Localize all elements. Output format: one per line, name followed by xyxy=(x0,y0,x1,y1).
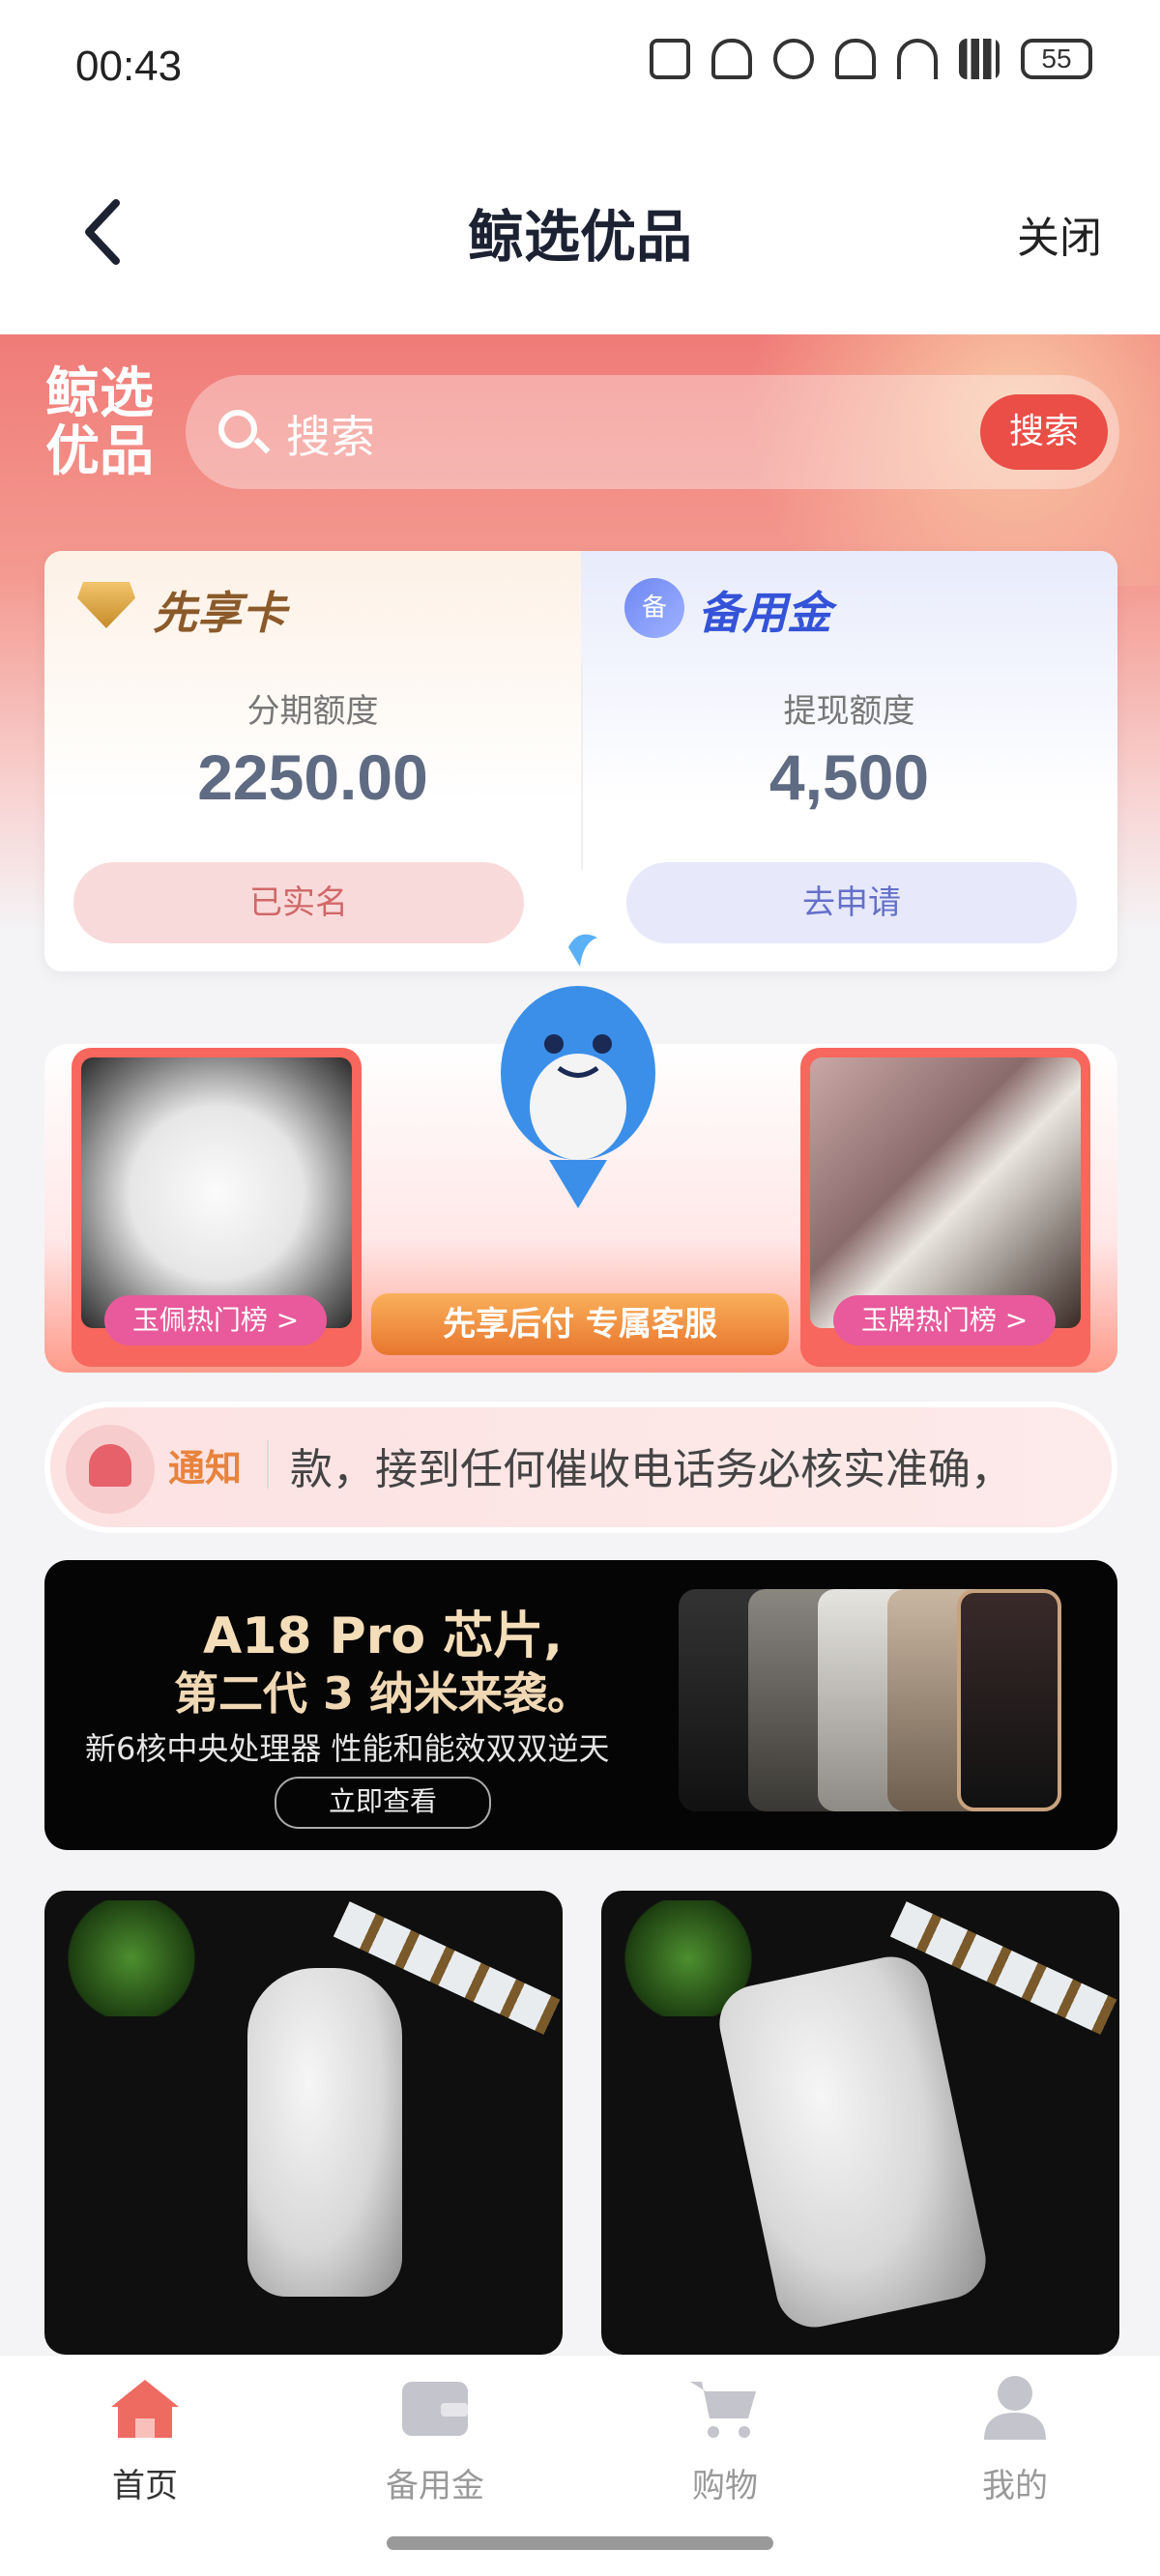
tab-shopping-label: 购物 xyxy=(692,2467,758,2505)
product-card[interactable] xyxy=(601,1891,1119,2355)
reserve-fund-title: 备用金 xyxy=(698,587,831,639)
notice-label: 通知 xyxy=(168,1447,243,1490)
notice-separator xyxy=(267,1440,269,1489)
tab-shopping[interactable]: 购物 xyxy=(580,2374,870,2506)
reserve-fund-icon: 备 xyxy=(624,578,684,638)
home-icon xyxy=(111,2380,179,2438)
search-button[interactable]: 搜索 xyxy=(980,394,1108,470)
ad-title: A18 Pro 芯片, xyxy=(202,1607,564,1665)
jade-pendant-ranking-tag: 玉佩热门榜 > xyxy=(104,1295,327,1346)
credit-card-panel: 先享卡 备 备用金 分期额度 提现额度 2250.00 4,500 已实名 去申… xyxy=(44,551,1117,971)
product-card[interactable] xyxy=(44,1891,563,2355)
withdraw-limit-label: 提现额度 xyxy=(783,692,915,731)
search-placeholder: 搜索 xyxy=(286,411,375,463)
verified-button[interactable]: 已实名 xyxy=(73,862,524,943)
installment-limit-label: 分期额度 xyxy=(246,692,379,731)
page-title: 鲸选优品 xyxy=(467,204,692,270)
iphone-ad-banner[interactable]: A18 Pro 芯片, 第二代 3 纳米来袭。 新6核中央处理器 性能和能效双双… xyxy=(44,1560,1117,1850)
bell-icon xyxy=(66,1425,155,1514)
status-time: 00:43 xyxy=(75,43,183,90)
signal-icon xyxy=(959,39,1000,79)
home-indicator[interactable] xyxy=(387,2536,773,2550)
tab-reserve-fund[interactable]: 备用金 xyxy=(290,2374,580,2506)
jade-tablet-image xyxy=(810,1057,1081,1328)
battery-icon: 55 xyxy=(1021,39,1092,79)
pay-later-service-button[interactable]: 先享后付 专属客服 xyxy=(371,1293,789,1355)
user-icon xyxy=(984,2376,1046,2440)
jade-tablet-ranking[interactable]: 玉牌热门榜 > xyxy=(800,1048,1090,1367)
product-image xyxy=(64,1900,199,2016)
status-icons: 55 xyxy=(650,39,1092,79)
tab-home[interactable]: 首页 xyxy=(0,2374,290,2506)
jade-pendant-image xyxy=(247,1968,402,2297)
nfc-icon xyxy=(650,39,690,79)
wifi-icon xyxy=(897,39,938,79)
ad-description: 新6核中央处理器 性能和能效双双逆天 xyxy=(85,1730,610,1767)
tab-home-label: 首页 xyxy=(112,2467,178,2505)
wallet-icon xyxy=(402,2382,468,2436)
moon-icon xyxy=(773,39,814,79)
notice-text: 款，接到任何催收电话务必核实准确， xyxy=(290,1445,1013,1492)
jade-tablet-ranking-tag: 玉牌热门榜 > xyxy=(833,1295,1056,1346)
whale-mascot xyxy=(501,934,655,1208)
iphone-image xyxy=(679,1579,1065,1821)
ad-view-button[interactable]: 立即查看 xyxy=(275,1777,491,1829)
apply-button[interactable]: 去申请 xyxy=(626,862,1077,943)
search-icon xyxy=(218,410,257,449)
jade-pendant-image xyxy=(81,1057,352,1328)
xiangka-title: 先享卡 xyxy=(153,587,286,639)
installment-limit-value: 2250.00 xyxy=(197,741,428,813)
cart-icon xyxy=(690,2382,756,2438)
withdraw-limit-value: 4,500 xyxy=(768,741,930,813)
app-logo: 鲸选优品 xyxy=(45,362,154,483)
headphones-icon xyxy=(711,39,752,79)
tab-mine-label: 我的 xyxy=(982,2467,1048,2505)
jade-pendant-ranking[interactable]: 玉佩热门榜 > xyxy=(72,1048,362,1367)
close-button[interactable]: 关闭 xyxy=(1017,203,1102,265)
tab-mine[interactable]: 我的 xyxy=(870,2374,1160,2506)
mute-icon xyxy=(835,39,876,79)
jade-pendant-image xyxy=(711,1950,994,2334)
ad-subtitle: 第二代 3 纳米来袭。 xyxy=(173,1667,593,1720)
tab-reserve-fund-label: 备用金 xyxy=(386,2467,484,2505)
